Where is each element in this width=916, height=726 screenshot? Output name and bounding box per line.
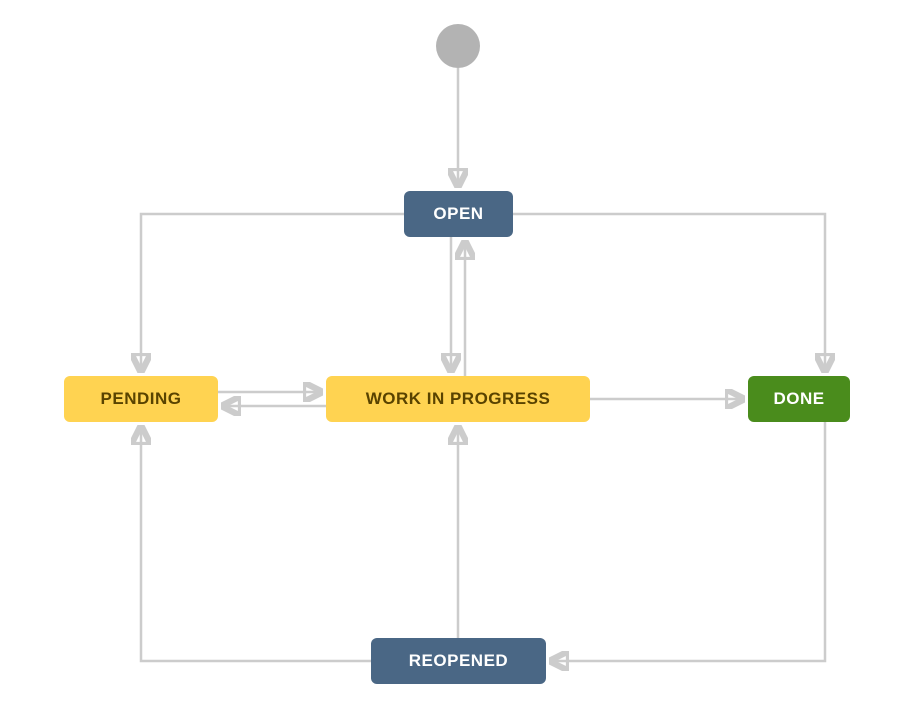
state-pending-label: PENDING [101, 389, 182, 409]
state-wip-label: WORK IN PROGRESS [366, 389, 551, 409]
state-reopened: REOPENED [371, 638, 546, 684]
edge-reopened-pending [141, 430, 371, 661]
state-done-label: DONE [773, 389, 824, 409]
workflow-diagram: OPEN PENDING WORK IN PROGRESS DONE REOPE… [0, 0, 916, 726]
state-done: DONE [748, 376, 850, 422]
edge-open-done [513, 214, 825, 368]
state-pending: PENDING [64, 376, 218, 422]
edge-open-pending [141, 214, 404, 368]
edge-done-reopened [554, 422, 825, 661]
state-open-label: OPEN [433, 204, 483, 224]
start-node [436, 24, 480, 68]
workflow-edges [0, 0, 916, 726]
state-work-in-progress: WORK IN PROGRESS [326, 376, 590, 422]
state-reopened-label: REOPENED [409, 651, 508, 671]
state-open: OPEN [404, 191, 513, 237]
